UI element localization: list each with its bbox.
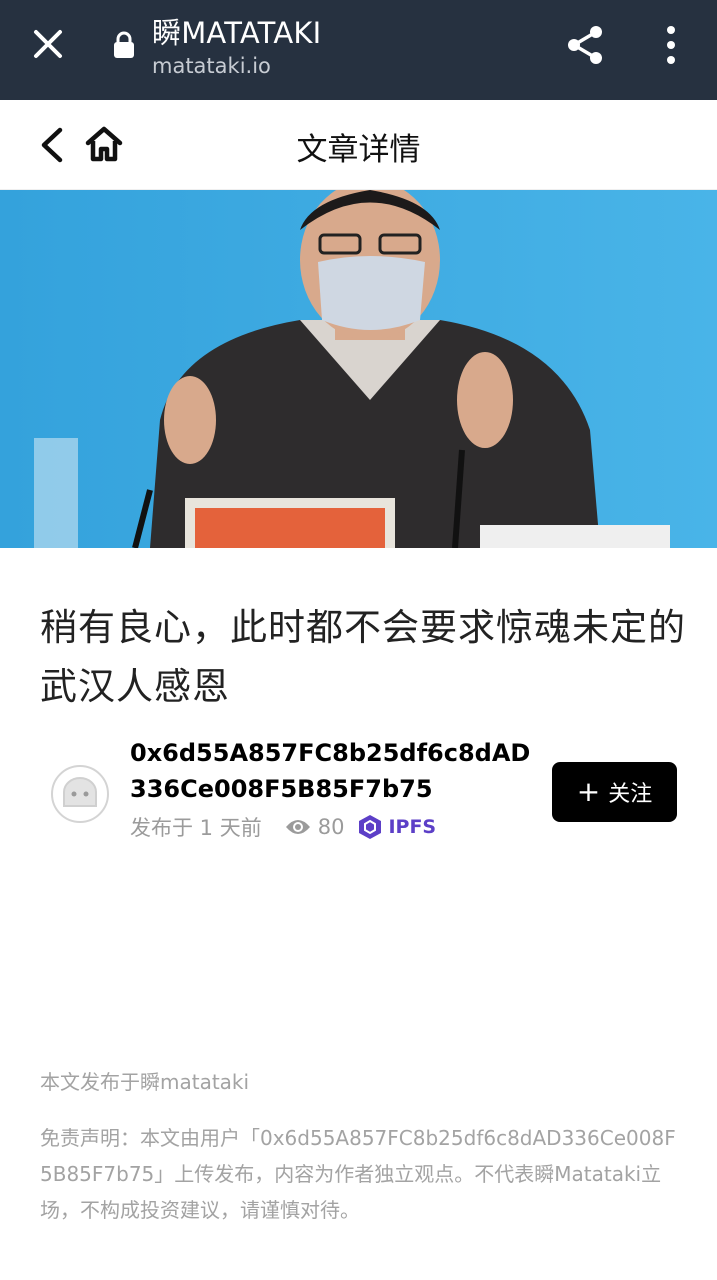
article-meta: 发布于 1 天前 80 IPFS: [130, 812, 436, 842]
lock-icon: [114, 31, 134, 58]
publish-time: 发布于 1 天前: [130, 816, 262, 840]
published-on-note: 本文发布于瞬matataki: [40, 1070, 250, 1094]
follow-button-label: 关注: [608, 782, 653, 807]
app-header: 文章详情: [0, 100, 717, 190]
article-cover-image: [0, 190, 717, 548]
eye-icon: [285, 820, 310, 834]
site-title: 瞬MATATAKI: [152, 16, 322, 50]
disclaimer-text: 免责声明：本文由用户「0x6d55A857FC8b25df6c8dAD336Ce…: [40, 1126, 676, 1222]
share-icon[interactable]: [564, 24, 606, 66]
browser-toolbar: 瞬MATATAKI matataki.io: [0, 0, 717, 100]
more-options-icon[interactable]: [656, 24, 686, 66]
plus-icon: +: [576, 775, 601, 808]
ipfs-link[interactable]: IPFS: [388, 816, 436, 838]
cover-photo: [0, 190, 717, 548]
page-title: 文章详情: [296, 132, 421, 168]
follow-button[interactable]: + 关注: [552, 762, 677, 822]
avatar[interactable]: [50, 764, 110, 824]
close-icon[interactable]: [28, 24, 68, 64]
view-count: 80: [317, 815, 345, 839]
article-title: 稍有良心，此时都不会要求惊魂未定的武汉人感恩: [40, 606, 686, 708]
site-url: matataki.io: [152, 54, 271, 78]
ipfs-cube-icon: [359, 815, 382, 839]
author-address[interactable]: 0x6d55A857FC8b25df6c8dAD336Ce008F5B85F7b…: [130, 735, 540, 807]
